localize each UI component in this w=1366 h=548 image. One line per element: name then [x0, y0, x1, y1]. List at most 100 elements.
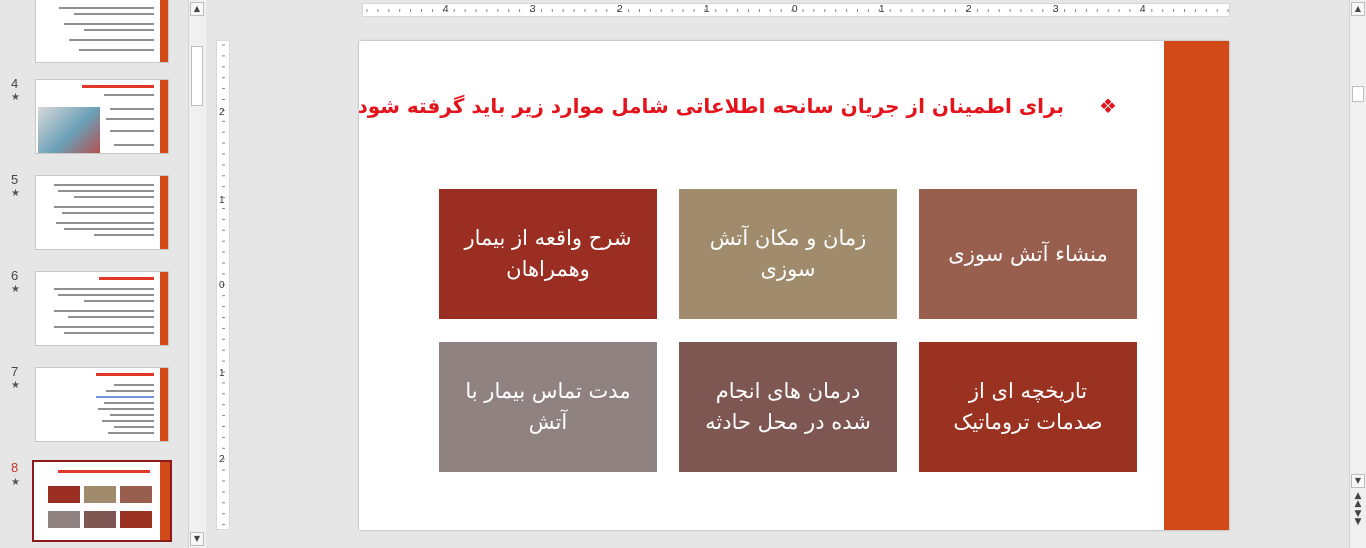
thumb-box	[84, 511, 116, 528]
thumb-text-line	[110, 414, 154, 416]
thumb-text-line	[84, 300, 154, 302]
ruler-label: 3	[1053, 4, 1059, 15]
next-slide-icon[interactable]: ▼ ▼	[1351, 510, 1365, 527]
slide-number: 5	[11, 172, 19, 187]
thumb-accent-bar	[160, 272, 168, 345]
thumb-text-line	[62, 212, 154, 214]
ruler-label: 0	[792, 4, 798, 15]
thumb-text-line	[96, 396, 154, 398]
ruler-label: 1	[879, 4, 885, 15]
thumb-text-line	[54, 310, 154, 312]
slide-number: 4	[11, 76, 19, 91]
slide-number: 6	[11, 268, 19, 283]
animation-star-icon: ★	[11, 284, 20, 295]
ruler-label: 2	[966, 4, 972, 15]
animation-star-icon: ★	[11, 188, 20, 199]
ruler-label: 0	[219, 280, 225, 291]
thumb-title-line	[82, 85, 154, 88]
thumb-text-line	[74, 13, 154, 15]
ruler-label: 1	[219, 368, 225, 379]
scrollbar-thumb[interactable]	[191, 46, 203, 106]
thumb-box	[48, 511, 80, 528]
thumb-text-line	[58, 294, 154, 296]
horizontal-ruler[interactable]: 4 3 2 1 0 1 2 3 4	[362, 3, 1230, 17]
thumb-box	[120, 486, 152, 503]
scroll-down-icon[interactable]: ▼	[190, 532, 204, 546]
thumb-text-line	[98, 408, 154, 410]
thumb-text-line	[69, 39, 154, 41]
thumb-text-line	[84, 29, 154, 31]
content-box-onsite-treatment[interactable]: درمان های انجام شده در محل حادثه	[679, 342, 897, 472]
ruler-label: 1	[219, 195, 225, 206]
ruler-label: 1	[704, 4, 710, 15]
ruler-label: 3	[530, 4, 536, 15]
slide-scrollbar[interactable]: ▲ ▼ ▲ ▲ ▼ ▼	[1349, 0, 1366, 548]
thumb-text-line	[114, 384, 154, 386]
thumb-title-line	[96, 373, 154, 376]
slide-thumbnail-8-selected[interactable]	[32, 460, 172, 542]
thumb-text-line	[110, 108, 154, 110]
previous-slide-icon[interactable]: ▲ ▲	[1351, 492, 1365, 509]
thumb-text-line	[106, 118, 154, 120]
content-box-fire-origin[interactable]: منشاء آتش سوزی	[919, 189, 1137, 319]
slide-canvas[interactable]: ❖ برای اطمینان از جریان سانحه اطلاعاتی ش…	[359, 41, 1229, 530]
slide-thumbnail-6[interactable]	[35, 271, 169, 346]
thumb-accent-bar	[160, 0, 168, 62]
content-box-time-place[interactable]: زمان و مکان آتش سوزی	[679, 189, 897, 319]
vertical-ruler[interactable]: 2 1 0 1 2	[216, 40, 230, 530]
ruler-label: 4	[1140, 4, 1146, 15]
slide-title[interactable]: برای اطمینان از جریان سانحه اطلاعاتی شام…	[359, 94, 1064, 118]
content-box-event-description[interactable]: شرح واقعه از بیمار وهمراهان	[439, 189, 657, 319]
animation-star-icon: ★	[11, 92, 20, 103]
ruler-label: 2	[219, 454, 225, 465]
diamond-bullet-icon: ❖	[1099, 94, 1117, 118]
thumb-text-line	[59, 7, 154, 9]
scroll-down-icon[interactable]: ▼	[1351, 474, 1365, 488]
box-label: زمان و مکان آتش سوزی	[709, 226, 867, 281]
box-label: درمان های انجام شده در محل حادثه	[705, 379, 871, 434]
ruler-label: 2	[617, 4, 623, 15]
box-label: شرح واقعه از بیمار وهمراهان	[464, 226, 632, 281]
thumb-text-line	[64, 332, 154, 334]
slide-thumbnail-5[interactable]	[35, 175, 169, 250]
slide-number: 7	[11, 364, 19, 379]
animation-star-icon: ★	[11, 477, 20, 488]
thumb-text-line	[64, 228, 154, 230]
ruler-label: 2	[219, 107, 225, 118]
thumb-text-line	[54, 288, 154, 290]
thumb-text-line	[110, 130, 154, 132]
slide-thumbnail-panel[interactable]: 4 ★ 5 ★ 6 ★ 7 ★ 8 ★	[0, 0, 188, 548]
animation-star-icon: ★	[11, 380, 20, 391]
thumb-text-line	[108, 432, 154, 434]
slide-thumbnail-7[interactable]	[35, 367, 169, 442]
thumb-text-line	[102, 420, 154, 422]
box-label: تاریخچه ای از صدمات تروماتیک	[953, 379, 1103, 434]
thumb-text-line	[64, 23, 154, 25]
scroll-up-icon[interactable]: ▲	[1351, 2, 1365, 16]
thumb-text-line	[106, 390, 154, 392]
thumb-text-line	[94, 234, 154, 236]
content-box-exposure-duration[interactable]: مدت تماس بیمار با آتش	[439, 342, 657, 472]
scroll-up-icon[interactable]: ▲	[190, 2, 204, 16]
thumb-box	[84, 486, 116, 503]
box-label: منشاء آتش سوزی	[948, 241, 1108, 266]
thumb-text-line	[114, 426, 154, 428]
slide-thumbnail-3[interactable]	[35, 0, 169, 63]
scrollbar-thumb[interactable]	[1352, 86, 1364, 102]
thumb-box	[120, 511, 152, 528]
slide-accent-bar	[1164, 41, 1229, 530]
thumbnail-scrollbar[interactable]: ▲ ▼	[188, 0, 206, 548]
content-box-trauma-history[interactable]: تاریخچه ای از صدمات تروماتیک	[919, 342, 1137, 472]
thumb-box	[48, 486, 80, 503]
thumb-text-line	[58, 190, 154, 192]
thumb-title-line	[58, 470, 150, 473]
thumb-text-line	[104, 94, 154, 96]
slide-thumbnail-4[interactable]	[35, 79, 169, 154]
thumb-text-line	[104, 402, 154, 404]
box-label: مدت تماس بیمار با آتش	[465, 379, 631, 434]
thumb-text-line	[54, 184, 154, 186]
ruler-label: 4	[443, 4, 449, 15]
thumb-text-line	[54, 326, 154, 328]
thumb-accent-bar	[160, 80, 168, 153]
thumb-text-line	[79, 49, 154, 51]
